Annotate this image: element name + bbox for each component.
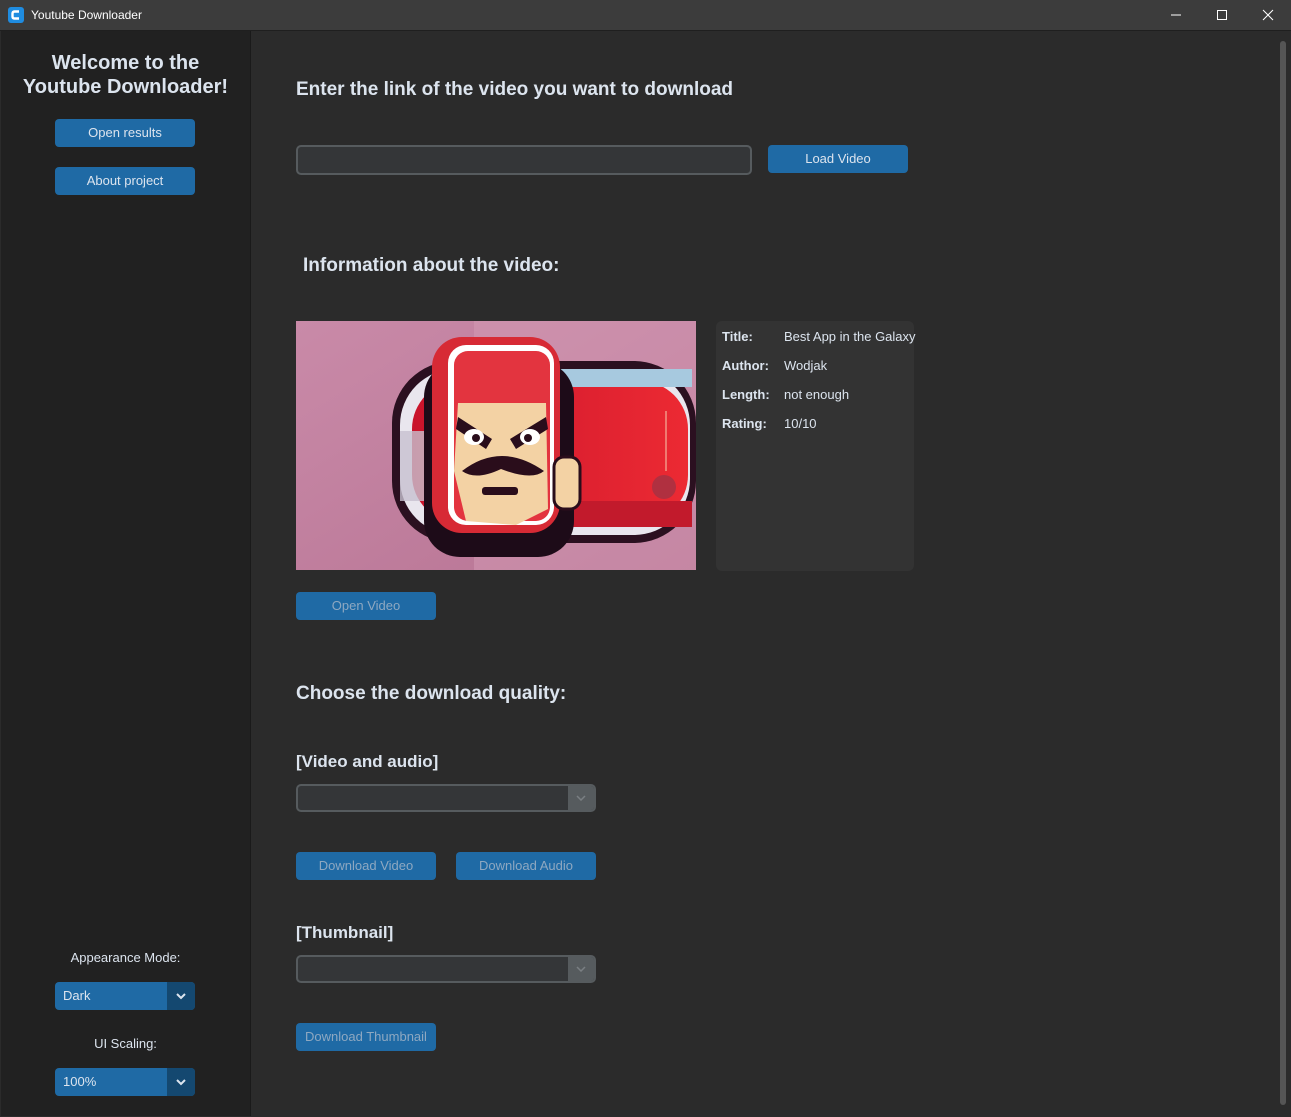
chevron-down-icon: [176, 1079, 186, 1086]
scrollbar-thumb[interactable]: [1280, 41, 1286, 1105]
info-value: 10/10: [784, 416, 817, 431]
maximize-icon: [1217, 10, 1227, 20]
ui-scaling-label: UI Scaling:: [94, 1036, 157, 1051]
info-key: Author:: [722, 358, 769, 373]
welcome-line-2: Youtube Downloader!: [22, 76, 229, 98]
scaling-dropdown-button[interactable]: [167, 1068, 195, 1096]
info-key: Title:: [722, 329, 753, 344]
info-value: not enough: [784, 387, 850, 402]
welcome-line-1: Welcome to the: [51, 52, 200, 74]
open-results-button[interactable]: Open results: [55, 119, 195, 147]
thumbnail-heading: [Thumbnail]: [296, 923, 394, 942]
window-titlebar: Youtube Downloader: [0, 0, 1291, 31]
download-thumbnail-button[interactable]: Download Thumbnail: [296, 1023, 436, 1051]
window-title: Youtube Downloader: [31, 8, 142, 22]
info-key: Length:: [722, 387, 770, 402]
download-audio-button[interactable]: Download Audio: [456, 852, 596, 880]
vertical-scrollbar[interactable]: [1278, 31, 1291, 1116]
appearance-mode-value: Dark: [63, 988, 91, 1003]
chevron-down-icon: [176, 993, 186, 1000]
thumbnail-quality-select[interactable]: [296, 955, 596, 983]
info-value: Best App in the Galaxy: [784, 329, 916, 344]
welcome-heading: Welcome to the Youtube Downloader!: [1, 51, 250, 99]
sidebar: Welcome to the Youtube Downloader! Open …: [1, 31, 251, 1116]
minimize-icon: [1171, 14, 1181, 16]
link-heading: Enter the link of the video you want to …: [296, 79, 734, 100]
video-audio-quality-select[interactable]: [296, 784, 596, 812]
main-panel: Enter the link of the video you want to …: [251, 31, 1277, 1116]
open-video-button[interactable]: Open Video: [296, 592, 436, 620]
about-project-button[interactable]: About project: [55, 167, 195, 195]
info-key: Rating:: [722, 416, 767, 431]
chevron-down-icon: [576, 795, 586, 801]
close-button[interactable]: [1245, 0, 1291, 30]
video-link-input[interactable]: [296, 145, 752, 175]
ui-scaling-value: 100%: [63, 1074, 97, 1089]
info-value: Wodjak: [784, 358, 828, 373]
video-thumbnail: [296, 321, 696, 570]
chevron-down-icon: [576, 966, 586, 972]
appearance-dropdown-button[interactable]: [167, 982, 195, 1010]
video-audio-heading: [Video and audio]: [296, 752, 439, 771]
thumbnail-dropdown-button[interactable]: [568, 957, 594, 981]
video-info-panel: Title: Best App in the Galaxy Author: Wo…: [716, 321, 916, 571]
load-video-button[interactable]: Load Video: [768, 145, 908, 173]
close-icon: [1262, 9, 1274, 21]
download-video-button[interactable]: Download Video: [296, 852, 436, 880]
ui-scaling-menu[interactable]: 100%: [55, 1068, 195, 1096]
minimize-button[interactable]: [1153, 0, 1199, 30]
video-audio-dropdown-button[interactable]: [568, 786, 594, 810]
appearance-mode-label: Appearance Mode:: [70, 950, 181, 965]
quality-heading: Choose the download quality:: [296, 683, 567, 704]
thumbnail-image: [296, 321, 696, 570]
app-logo-icon: [8, 7, 24, 23]
maximize-button[interactable]: [1199, 0, 1245, 30]
appearance-mode-menu[interactable]: Dark: [55, 982, 195, 1010]
info-heading: Information about the video:: [303, 255, 560, 276]
